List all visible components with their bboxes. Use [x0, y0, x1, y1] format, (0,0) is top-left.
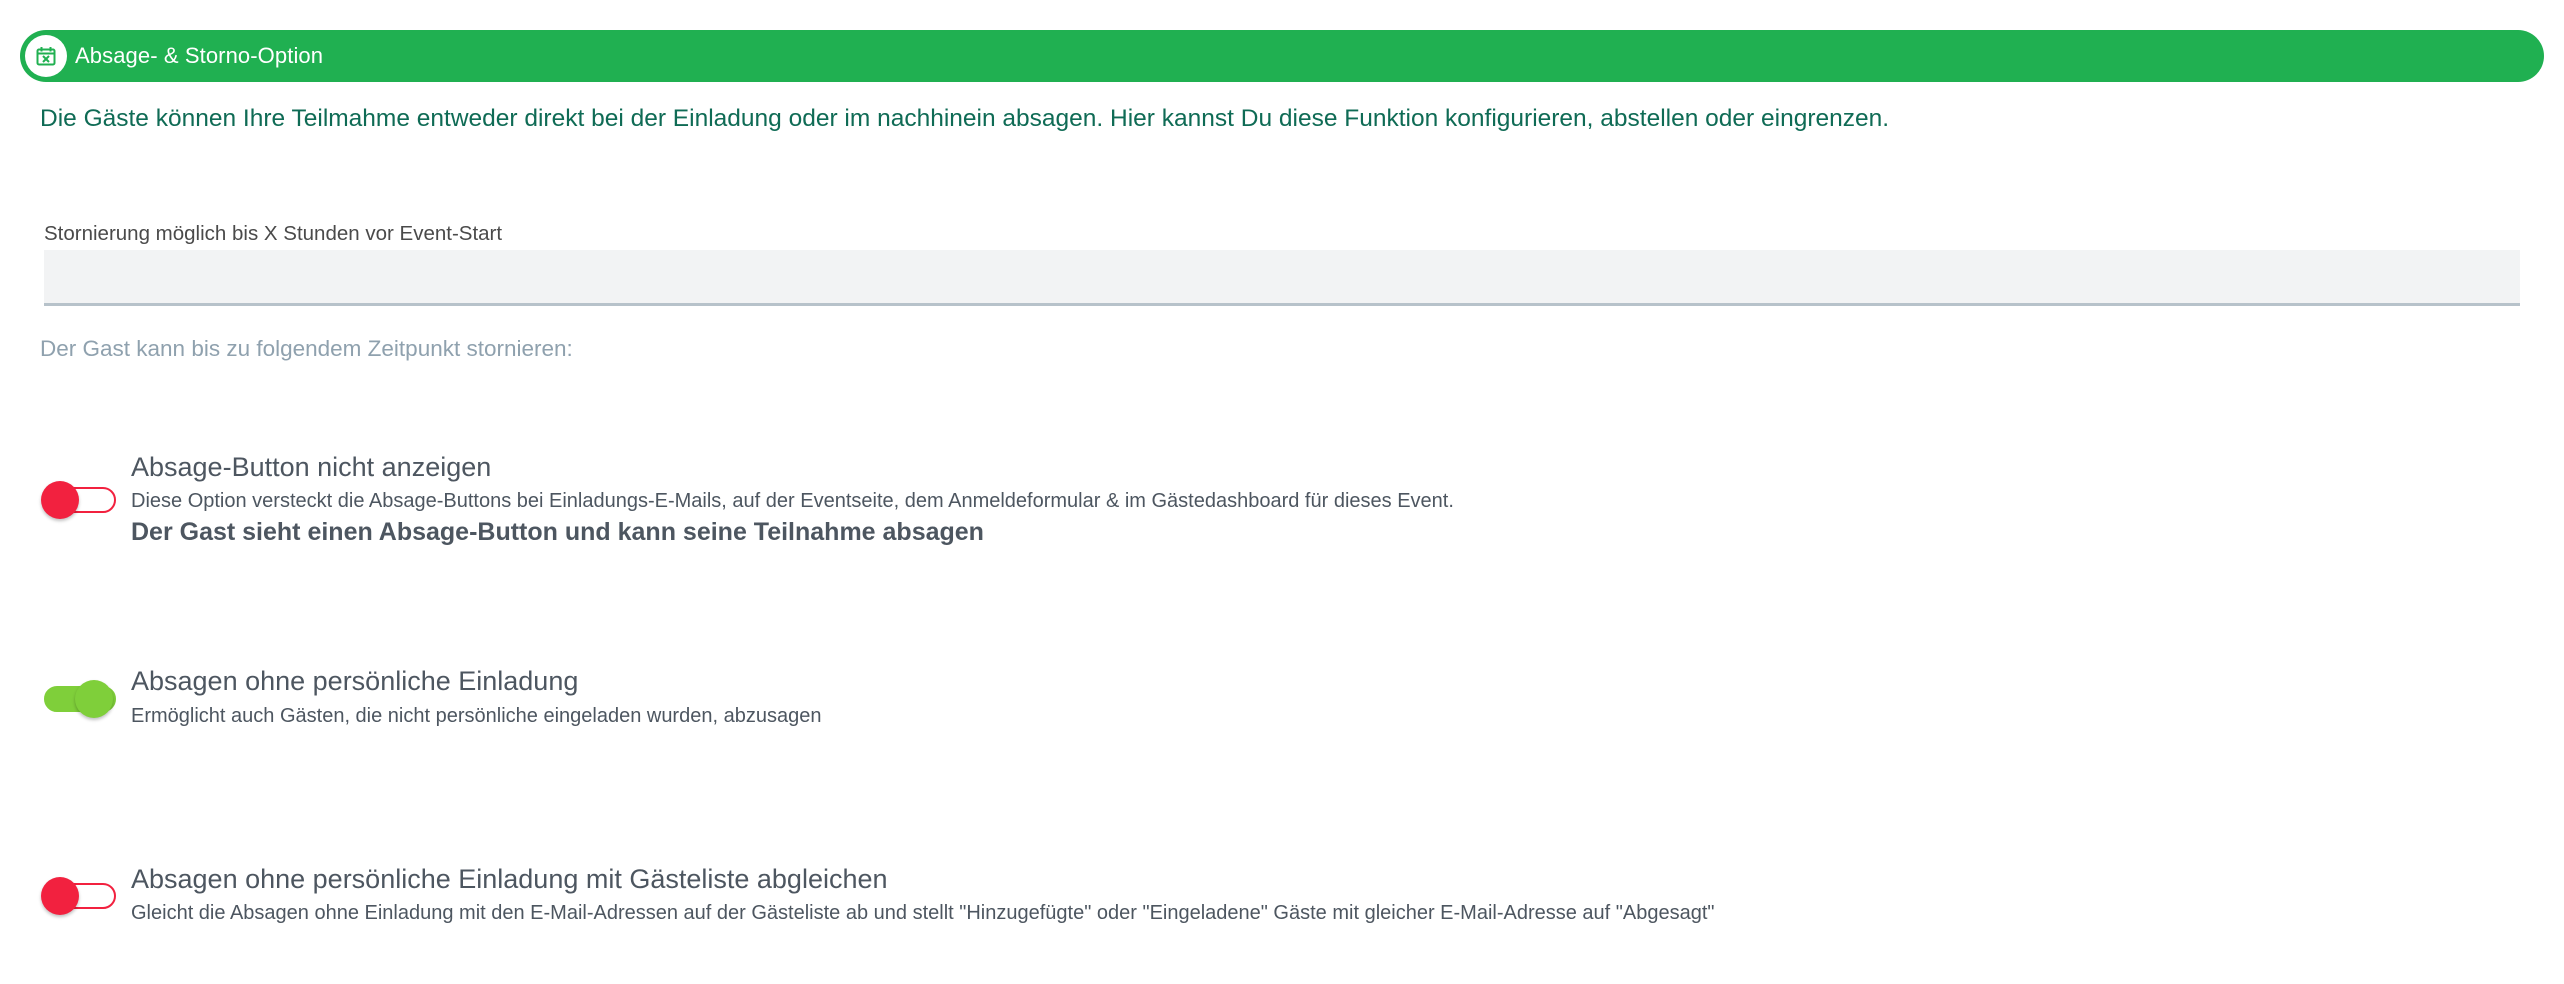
cancel-without-invitation-title: Absagen ohne persönliche Einladung	[131, 666, 579, 696]
section-title: Absage- & Storno-Option	[75, 43, 324, 68]
cancellation-hours-input[interactable]	[44, 250, 2520, 306]
toggle-knob	[41, 877, 79, 915]
hide-cancel-button-description: Diese Option versteckt die Absage-Button…	[131, 490, 1454, 512]
cancellation-deadline-hint: Der Gast kann bis zu folgendem Zeitpunkt…	[40, 336, 573, 361]
match-guest-list-title: Absagen ohne persönliche Einladung mit G…	[131, 864, 888, 894]
hide-cancel-button-status: Der Gast sieht einen Absage-Button und k…	[131, 518, 984, 546]
match-guest-list-toggle[interactable]	[41, 877, 118, 915]
hide-cancel-button-toggle[interactable]	[41, 481, 118, 519]
toggle-knob	[41, 481, 79, 519]
calendar-cancel-icon	[25, 35, 67, 77]
intro-text: Die Gäste können Ihre Teilmahme entweder…	[40, 105, 1890, 132]
cancellation-hours-label: Stornierung möglich bis X Stunden vor Ev…	[44, 222, 503, 245]
toggle-knob	[75, 680, 113, 718]
match-guest-list-description: Gleicht die Absagen ohne Einladung mit d…	[131, 902, 1715, 924]
hide-cancel-button-title: Absage-Button nicht anzeigen	[131, 452, 492, 482]
cancel-without-invitation-description: Ermöglicht auch Gästen, die nicht persön…	[131, 705, 822, 727]
section-header: Absage- & Storno-Option	[20, 30, 2544, 82]
cancel-without-invitation-toggle[interactable]	[44, 680, 118, 718]
